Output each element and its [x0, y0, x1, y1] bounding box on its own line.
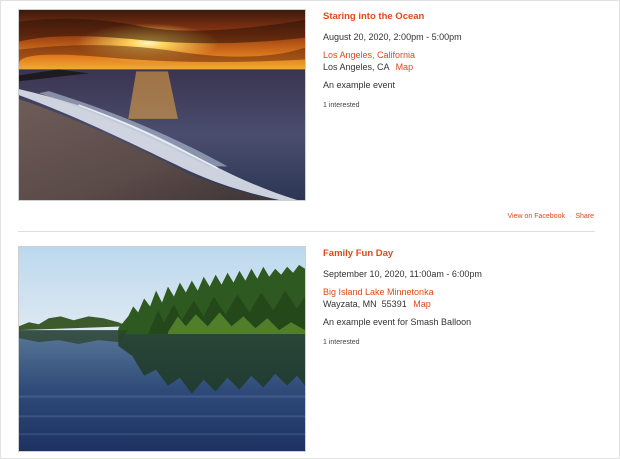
- event-description: An example event for Smash Balloon: [323, 317, 472, 327]
- event-date: September 10, 2020, 11:00am - 6:00pm: [323, 269, 482, 279]
- view-on-facebook-link[interactable]: View on Facebook: [508, 213, 565, 220]
- event-address: Los Angeles, CA Map: [323, 61, 593, 73]
- event-location-link[interactable]: Big Island Lake Minnetonka: [323, 286, 593, 298]
- event-date: August 20, 2020, 2:00pm - 5:00pm: [323, 32, 462, 42]
- event-details: Family Fun Day September 10, 2020, 11:00…: [323, 246, 593, 348]
- address-text: Wayzata, MN 55391: [323, 299, 407, 309]
- event-photo-lake[interactable]: [18, 246, 306, 452]
- event-title[interactable]: Family Fun Day: [323, 246, 593, 261]
- interested-count: 1 interested: [323, 339, 360, 346]
- event-divider: [18, 231, 595, 232]
- map-link[interactable]: Map: [396, 62, 414, 72]
- lake-forest-image: [19, 247, 305, 451]
- event-title[interactable]: Staring into the Ocean: [323, 9, 593, 24]
- event-photo-sunset-beach[interactable]: [18, 9, 306, 201]
- event-description: An example event: [323, 80, 396, 90]
- interested-count: 1 interested: [323, 102, 360, 109]
- share-link[interactable]: Share: [575, 213, 594, 220]
- action-separator: ·: [568, 213, 572, 220]
- event-details: Staring into the Ocean August 20, 2020, …: [323, 9, 593, 111]
- event-actions: View on Facebook · Share: [18, 212, 595, 222]
- sunset-beach-image: [19, 10, 305, 200]
- map-link[interactable]: Map: [413, 299, 431, 309]
- address-text: Los Angeles, CA: [323, 62, 390, 72]
- event-address: Wayzata, MN 55391 Map: [323, 298, 593, 310]
- event-location-link[interactable]: Los Angeles, California: [323, 49, 593, 61]
